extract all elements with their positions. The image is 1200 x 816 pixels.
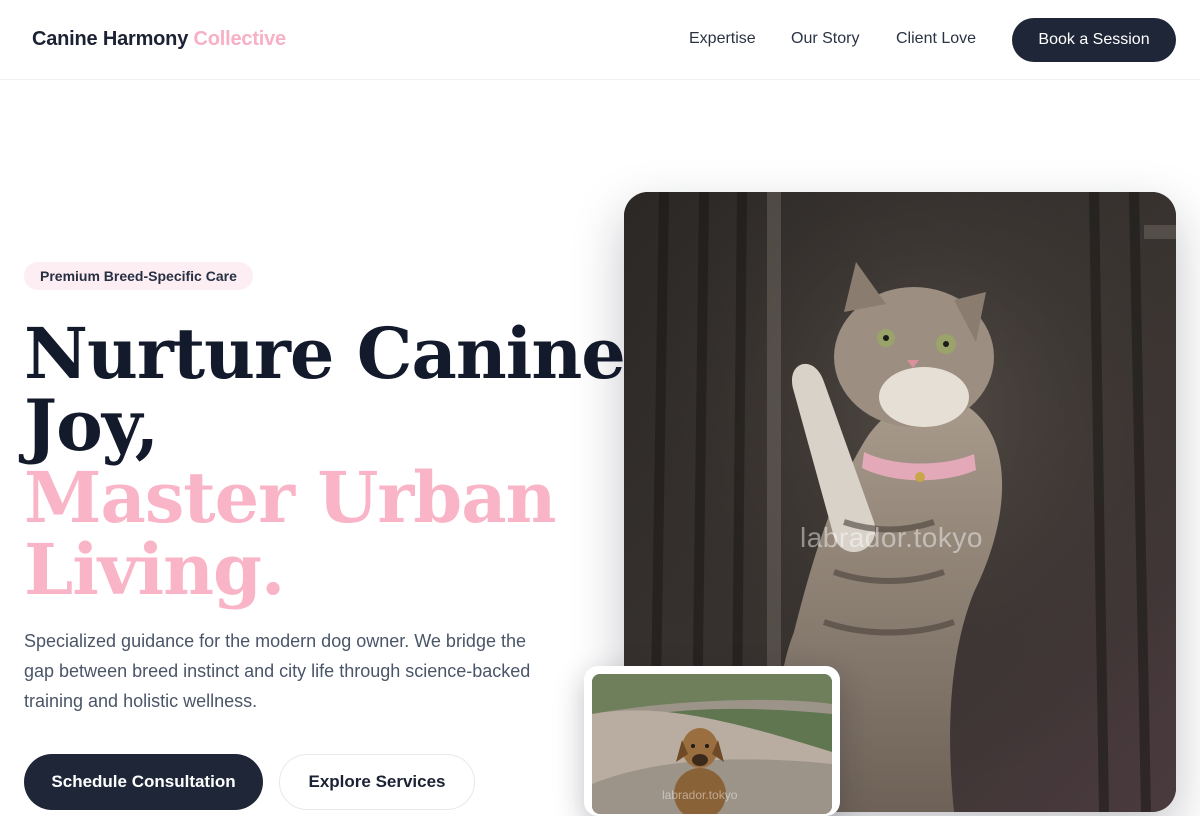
nav-link-expertise[interactable]: Expertise <box>689 30 756 48</box>
image-watermark: labrador.tokyo <box>800 522 983 553</box>
thumbnail-card: labrador.tokyo <box>584 666 840 816</box>
site-header: Canine Harmony Collective Expertise Our … <box>0 0 1200 80</box>
nav-link-our-story[interactable]: Our Story <box>791 30 859 48</box>
premium-care-badge: Premium Breed-Specific Care <box>24 262 253 290</box>
brand-name: Canine Harmony <box>32 28 189 50</box>
schedule-consultation-button[interactable]: Schedule Consultation <box>24 754 263 810</box>
dog-thumbnail: labrador.tokyo <box>592 674 832 814</box>
brand-accent: Collective <box>193 28 287 50</box>
nav-link-client-love[interactable]: Client Love <box>896 30 976 48</box>
headline-line-3: Master Urban <box>24 456 557 539</box>
hero-description: Specialized guidance for the modern dog … <box>24 631 531 711</box>
explore-services-button[interactable]: Explore Services <box>279 754 475 810</box>
headline-line-1: Nurture Canine <box>24 312 626 395</box>
book-session-button[interactable]: Book a Session <box>1012 18 1176 62</box>
brand-logo[interactable]: Canine Harmony Collective <box>32 28 286 51</box>
headline-line-4: Living. <box>24 528 285 611</box>
headline-line-2: Joy, <box>24 384 159 467</box>
hero-headline: Nurture Canine Joy, Master Urban Living. <box>24 312 626 611</box>
